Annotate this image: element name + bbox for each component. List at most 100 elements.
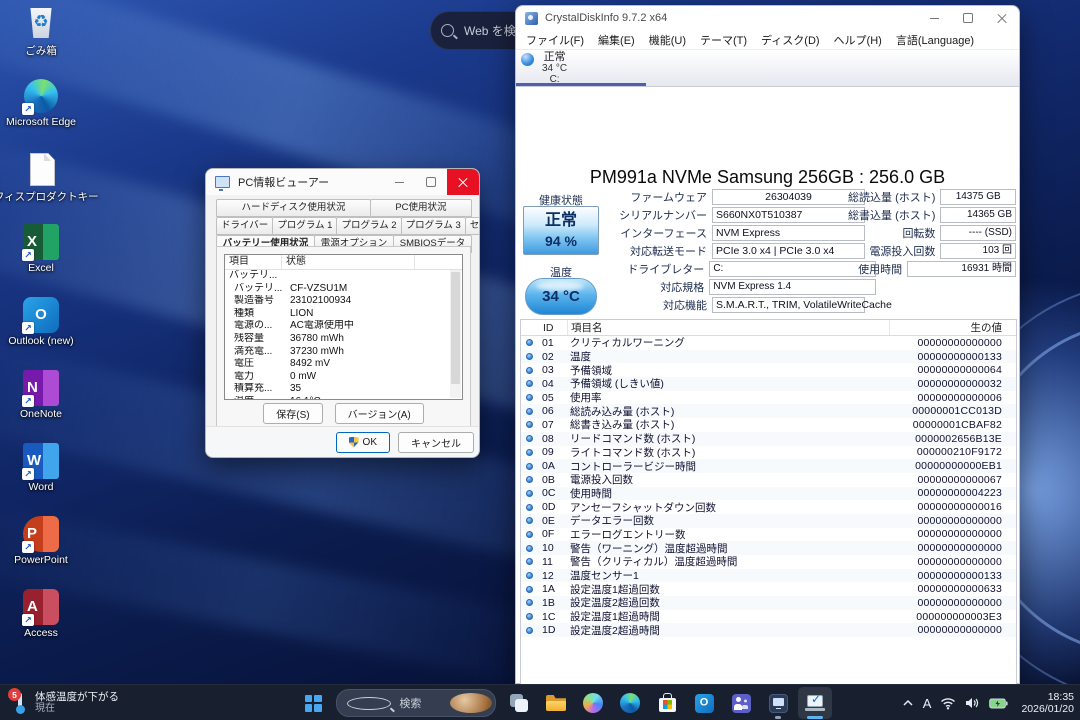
smart-row[interactable]: 1C 設定温度1超過時間 000000000003E3	[521, 610, 1016, 624]
menu-item[interactable]: ヘルプ(H)	[827, 32, 889, 48]
smart-row[interactable]: 05 使用率 00000000000006	[521, 391, 1016, 405]
menu-item[interactable]: ディスク(D)	[754, 32, 827, 48]
smart-row[interactable]: 01 クリティカルワーニング 00000000000000	[521, 336, 1016, 350]
smart-row[interactable]: 0E データエラー回数 00000000000000	[521, 514, 1016, 528]
teams-button[interactable]	[724, 687, 758, 719]
desktop-icon[interactable]: Word	[2, 443, 80, 507]
smart-row[interactable]: 0A コントローラービジー時間 00000000000EB1	[521, 459, 1016, 473]
smart-row[interactable]: 10 警告（ワーニング）温度超過時間 00000000000000	[521, 541, 1016, 555]
desktop-icon[interactable]: Access	[2, 589, 80, 653]
smart-row[interactable]: 12 温度センサー1 00000000000133	[521, 569, 1016, 583]
smart-row[interactable]: 11 警告（クリティカル）温度超過時間 00000000000000	[521, 555, 1016, 569]
widgets-button[interactable]: 5 体感温度が下がる 現在	[6, 685, 125, 720]
maximize-button[interactable]	[415, 169, 447, 195]
close-button[interactable]	[447, 169, 479, 195]
list-item[interactable]: 種類 LION	[225, 308, 462, 321]
version-button[interactable]: バージョン(A)	[335, 403, 424, 424]
desktop-icon[interactable]: OneNote	[2, 370, 80, 434]
battery-icon[interactable]	[989, 698, 1008, 709]
column-id[interactable]: ID	[543, 322, 567, 334]
tab[interactable]: PC使用状況	[370, 199, 472, 217]
minimize-button[interactable]	[383, 169, 415, 195]
list-item[interactable]: 温度 16.1°C	[225, 396, 462, 400]
smart-row[interactable]: 0F エラーログエントリー数 00000000000000	[521, 528, 1016, 542]
taskbar-search-box[interactable]: 検索	[336, 689, 496, 717]
crystaldiskinfo-taskbar-button[interactable]	[798, 687, 832, 719]
tray-overflow-button[interactable]	[902, 699, 914, 707]
smart-row[interactable]: 09 ライトコマンド数 (ホスト) 000000210F9172	[521, 446, 1016, 460]
list-item[interactable]: バッテリ...	[225, 270, 462, 283]
list-item[interactable]: 積算充... 35	[225, 383, 462, 396]
smart-row[interactable]: 04 予備領域 (しきい値) 00000000000032	[521, 377, 1016, 391]
edge-button[interactable]	[613, 687, 647, 719]
list-item[interactable]: 電力 0 mW	[225, 371, 462, 384]
scrollbar-thumb[interactable]	[451, 272, 460, 384]
start-button[interactable]	[296, 687, 330, 719]
outlook-button[interactable]	[687, 687, 721, 719]
list-item[interactable]: 電源の... AC電源使用中	[225, 320, 462, 333]
window-titlebar[interactable]: CrystalDiskInfo 9.7.2 x64	[516, 6, 1019, 30]
smart-table-header[interactable]: ID 項目名 生の値	[521, 320, 1016, 336]
copilot-button[interactable]	[576, 687, 610, 719]
smart-row[interactable]: 0D アンセーフシャットダウン回数 00000000000016	[521, 500, 1016, 514]
list-item[interactable]: バッテリ... CF-VZSU1M	[225, 283, 462, 296]
menu-item[interactable]: テーマ(T)	[693, 32, 754, 48]
ok-button[interactable]: OK	[336, 432, 390, 453]
tab[interactable]: プログラム 2	[336, 217, 401, 235]
scrollbar[interactable]	[450, 270, 461, 398]
teams-icon	[732, 694, 751, 713]
smart-row[interactable]: 1D 設定温度2超過時間 00000000000000	[521, 623, 1016, 637]
save-button[interactable]: 保存(S)	[263, 403, 322, 424]
microsoft-store-button[interactable]	[650, 687, 684, 719]
list-item[interactable]: 残容量 36780 mWh	[225, 333, 462, 346]
smart-row[interactable]: 1B 設定温度2超過回数 00000000000000	[521, 596, 1016, 610]
list-item[interactable]: 電圧 8492 mV	[225, 358, 462, 371]
menu-item[interactable]: 編集(E)	[591, 32, 642, 48]
desktop-icon[interactable]: Excel	[2, 224, 80, 288]
smart-row[interactable]: 0C 使用時間 00000000004223	[521, 487, 1016, 501]
tab[interactable]: セットアップ	[465, 217, 480, 235]
list-item[interactable]: 製造番号 23102100934	[225, 295, 462, 308]
close-button[interactable]	[985, 6, 1019, 30]
menu-item[interactable]: 言語(Language)	[889, 32, 981, 48]
minimize-button[interactable]	[917, 6, 951, 30]
shortcut-arrow-icon	[22, 541, 34, 553]
drive-tab[interactable]: 正常 34 °C C:	[516, 50, 636, 86]
task-view-button[interactable]	[502, 687, 536, 719]
smart-row[interactable]: 02 温度 00000000000133	[521, 350, 1016, 364]
tab[interactable]: ドライバー	[216, 217, 273, 235]
smart-row[interactable]: 06 総読み込み量 (ホスト) 00000001CC013D	[521, 404, 1016, 418]
smart-row[interactable]: 03 予備領域 00000000000064	[521, 363, 1016, 377]
maximize-button[interactable]	[951, 6, 985, 30]
smart-id: 1D	[542, 624, 566, 636]
menu-item[interactable]: 機能(U)	[642, 32, 693, 48]
file-explorer-button[interactable]	[539, 687, 573, 719]
column-state[interactable]: 状態	[282, 255, 415, 269]
smart-row[interactable]: 08 リードコマンド数 (ホスト) 0000002656B13E	[521, 432, 1016, 446]
battery-status-list[interactable]: 項目 状態 バッテリ... バッテリ... CF-VZSU1M	[224, 254, 463, 400]
smart-row[interactable]: 0B 電源投入回数 00000000000067	[521, 473, 1016, 487]
smart-row[interactable]: 07 総書き込み量 (ホスト) 00000001CBAF82	[521, 418, 1016, 432]
pc-info-viewer-taskbar-button[interactable]	[761, 687, 795, 719]
desktop-icon[interactable]: オフィスプロダクトキー	[2, 151, 80, 215]
volume-icon[interactable]	[965, 697, 980, 709]
list-header[interactable]: 項目 状態	[225, 255, 462, 270]
tab[interactable]: プログラム 1	[272, 217, 337, 235]
cancel-button[interactable]: キャンセル	[398, 432, 474, 453]
list-item[interactable]: 満充電... 37230 mWh	[225, 346, 462, 359]
column-name[interactable]: 項目名	[567, 320, 889, 335]
desktop-icon[interactable]: ごみ箱	[2, 5, 80, 69]
column-raw-value[interactable]: 生の値	[889, 320, 1016, 335]
clock[interactable]: 18:35 2026/01/20	[1021, 691, 1074, 715]
dialog-titlebar[interactable]: PC情報ビューアー	[206, 169, 479, 195]
tab[interactable]: プログラム 3	[401, 217, 466, 235]
menu-item[interactable]: ファイル(F)	[519, 32, 591, 48]
column-item[interactable]: 項目	[225, 255, 282, 269]
wifi-icon[interactable]	[940, 697, 956, 710]
desktop-icon[interactable]: Microsoft Edge	[2, 78, 80, 142]
desktop-icon[interactable]: PowerPoint	[2, 516, 80, 580]
smart-row[interactable]: 1A 設定温度1超過回数 00000000000633	[521, 582, 1016, 596]
ime-indicator[interactable]: A	[923, 696, 932, 711]
desktop-icon[interactable]: Outlook (new)	[2, 297, 80, 361]
tab[interactable]: ハードディスク使用状況	[216, 199, 371, 217]
